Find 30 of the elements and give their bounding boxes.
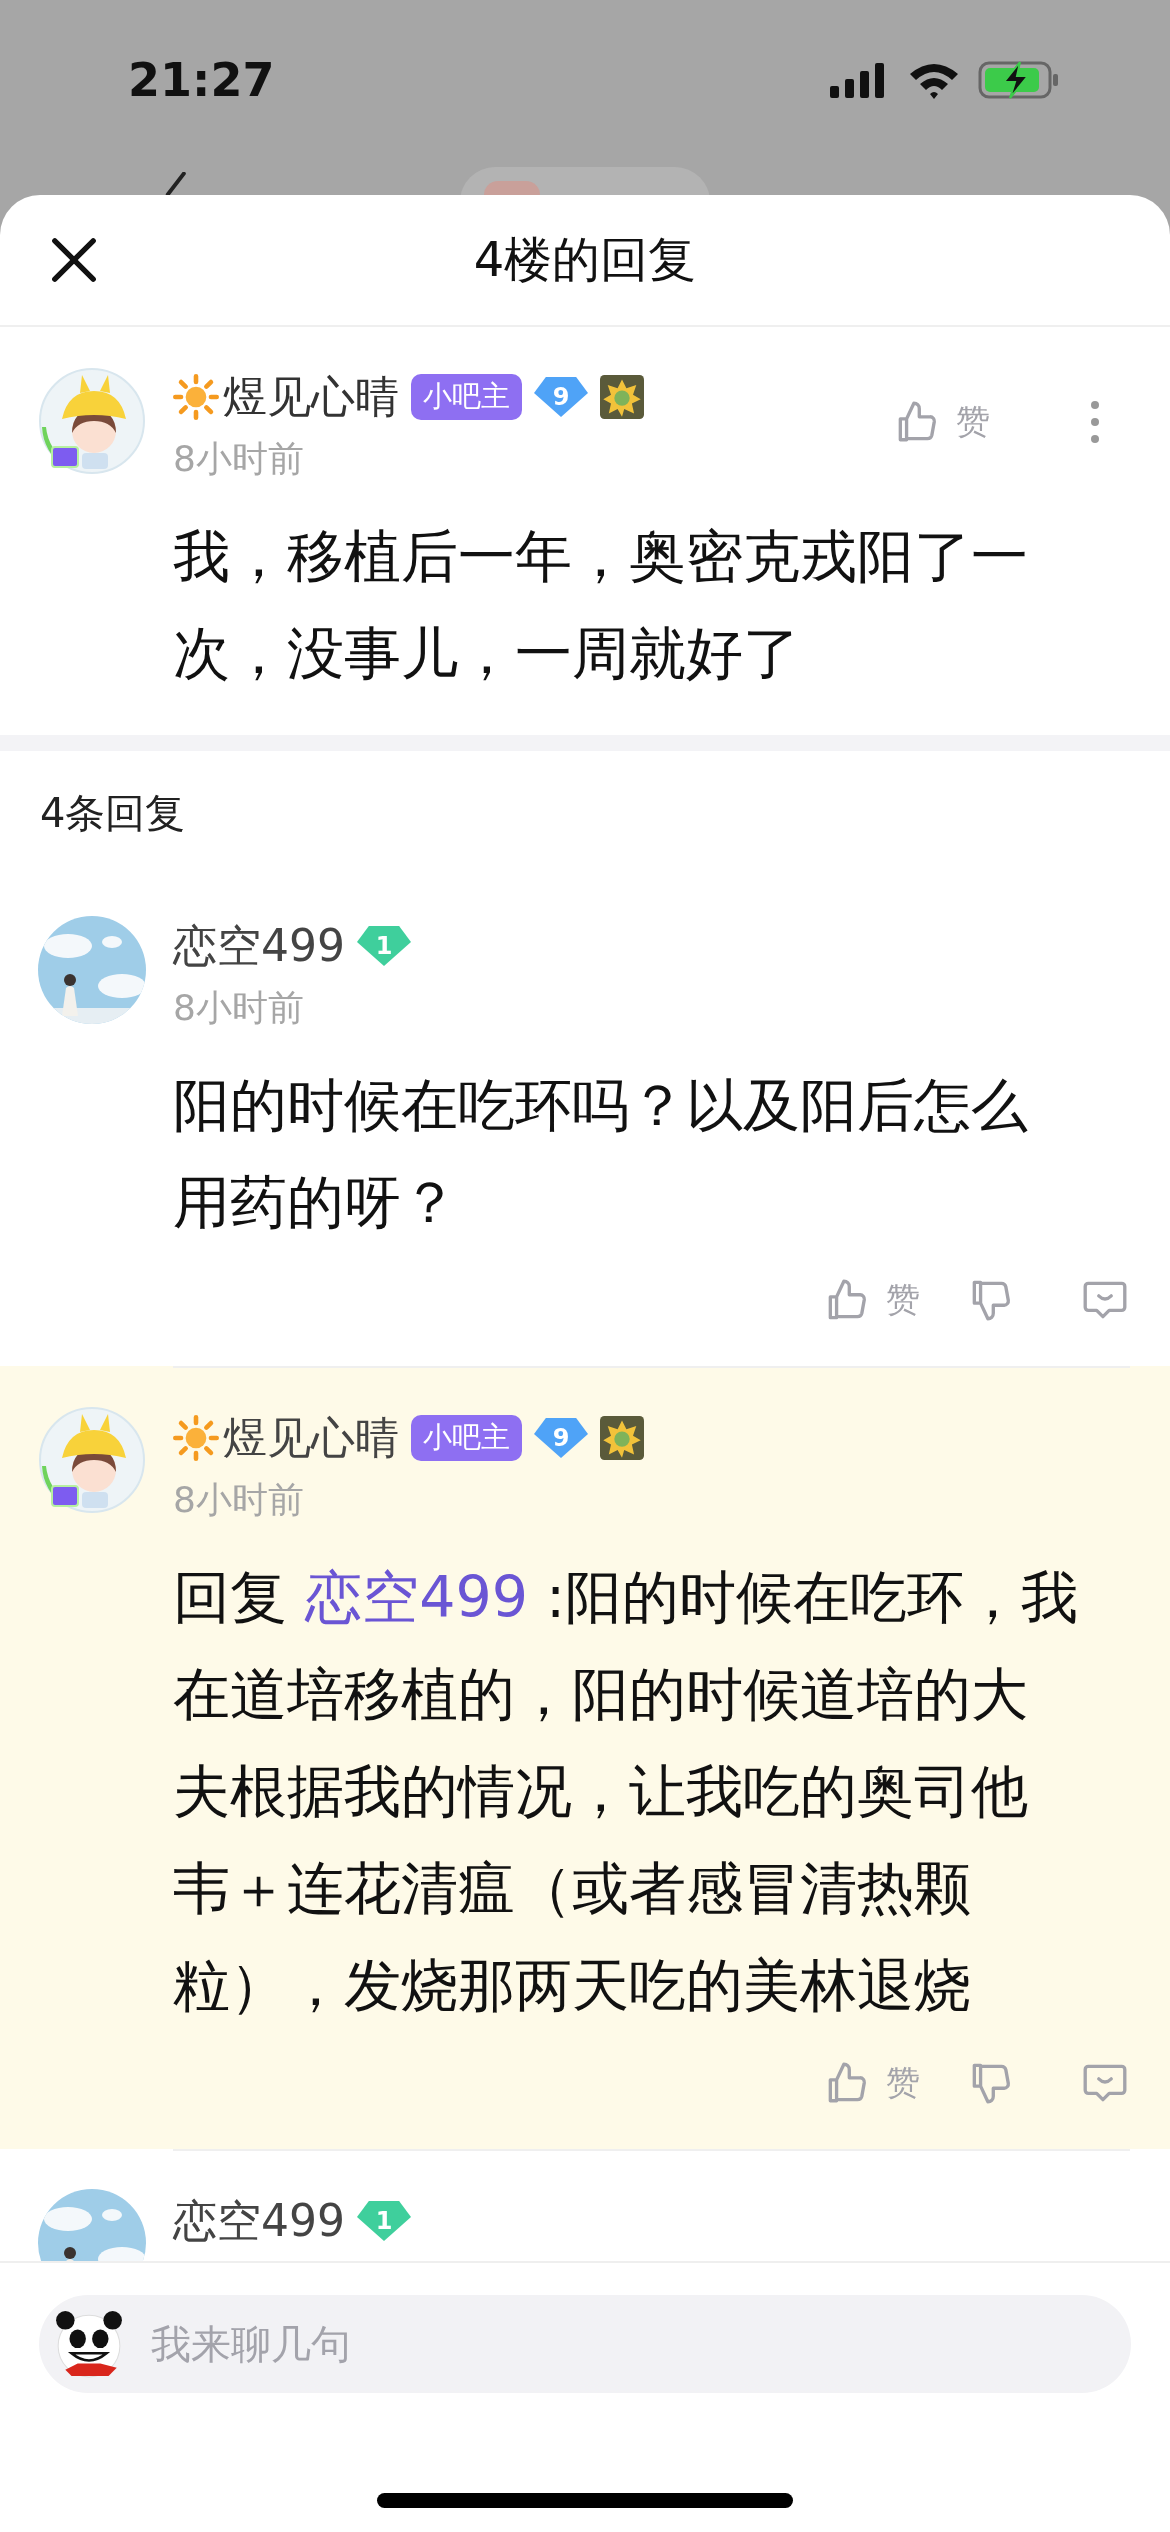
post-text: 我，移植后一年，奥密克戎阳了一次，没事儿，一周就好了: [173, 522, 1029, 688]
role-badge: 小吧主: [411, 1415, 522, 1461]
author-name[interactable]: 恋空499: [173, 916, 345, 976]
author-name[interactable]: 恋空499: [173, 2191, 345, 2251]
author-name[interactable]: 煜见心晴: [223, 1408, 399, 1468]
avatar-icon[interactable]: [38, 1406, 146, 1514]
author-name[interactable]: 煜见心晴: [223, 367, 399, 427]
status-time: 21:27: [128, 53, 275, 107]
sun-icon: [173, 1415, 219, 1461]
medal-icon: [600, 1416, 644, 1460]
level-badge: 9: [534, 377, 588, 417]
post-time: 8小时前: [173, 437, 305, 481]
level-badge: 1: [357, 926, 411, 966]
battery-charging-icon: [978, 60, 1060, 100]
post-time: 8小时前: [173, 1478, 305, 1522]
sun-icon: [173, 374, 219, 420]
reply-text: 阳的时候在吃环吗？以及阳后怎么用药的呀？: [173, 1071, 1029, 1237]
mention-link[interactable]: 恋空499: [305, 1564, 528, 1630]
level-badge: 9: [534, 1418, 588, 1458]
avatar-icon[interactable]: [38, 367, 146, 475]
comment-input[interactable]: 我来聊几句: [39, 2295, 1131, 2393]
close-button[interactable]: [50, 236, 98, 284]
role-badge: 小吧主: [411, 374, 522, 420]
medal-icon: [600, 375, 644, 419]
sheet-title: 4楼的回复: [473, 230, 697, 289]
reply-count: 4条回复: [40, 789, 186, 838]
level-badge: 1: [357, 2201, 411, 2241]
more-icon[interactable]: [1090, 400, 1100, 444]
reply-text: 回复 恋空499 :阳的时候在吃环，我在道培移植的，阳的时候道培的大夫根据我的情况，让我吃的奥司他韦＋连花清瘟（或者感冒清热颗粒），发烧那两天吃的美林退烧: [173, 1563, 1080, 2020]
post-time: 8小时前: [173, 986, 305, 1030]
